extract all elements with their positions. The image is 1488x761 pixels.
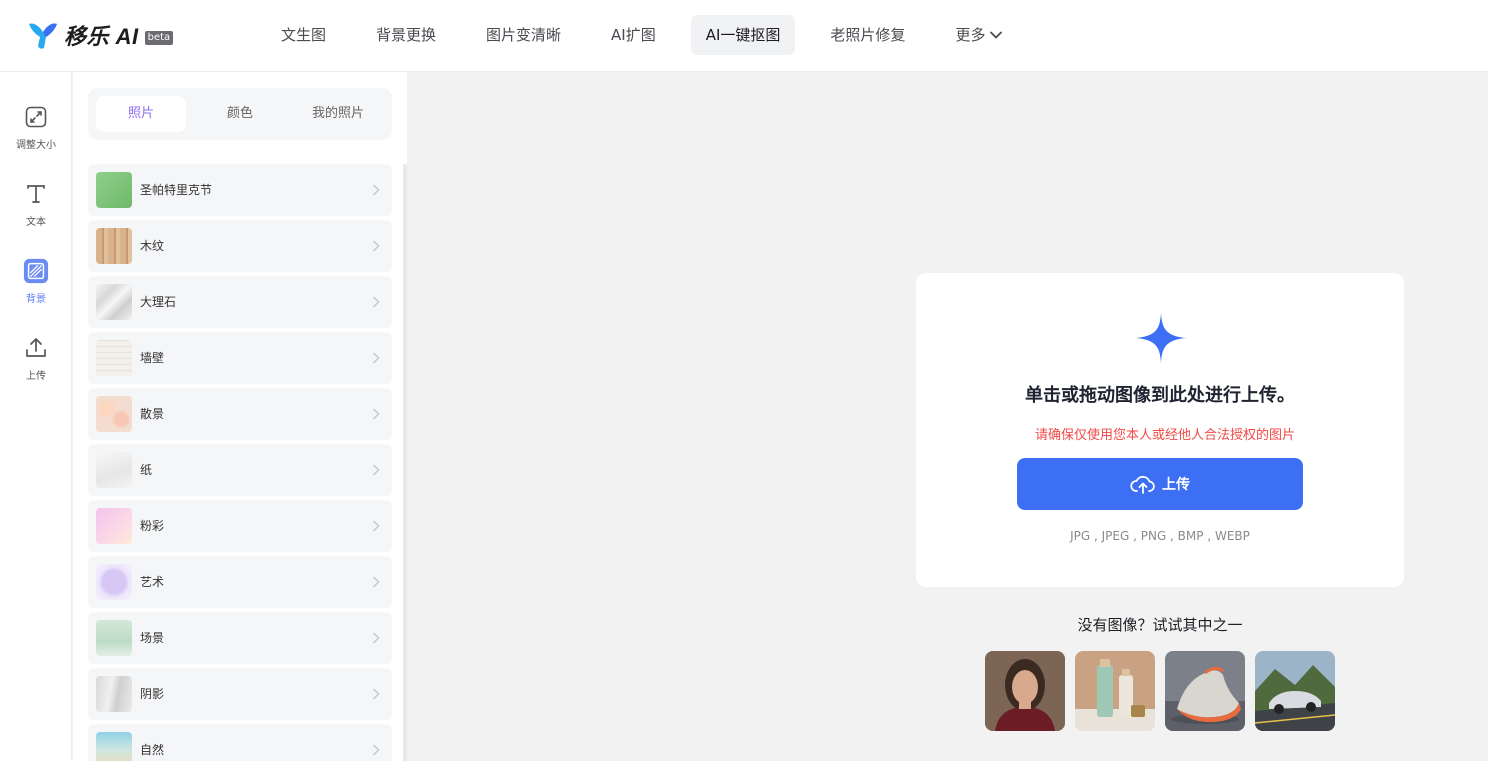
upload-icon bbox=[23, 335, 49, 361]
category-label: 圣帕特里克节 bbox=[140, 183, 213, 197]
sample-portrait[interactable] bbox=[985, 651, 1065, 731]
tab-photos[interactable]: 照片 bbox=[96, 96, 186, 132]
nav-more[interactable]: 更多 bbox=[940, 15, 1018, 55]
category-label: 粉彩 bbox=[140, 519, 165, 533]
main-nav: 文生图 背景更换 图片变清晰 AI扩图 AI一键抠图 老照片修复 更多 bbox=[266, 15, 1038, 55]
category-label: 墙壁 bbox=[140, 351, 165, 365]
nav-label: AI扩图 bbox=[611, 26, 656, 44]
category-marble[interactable]: 大理石 bbox=[88, 276, 392, 328]
background-icon bbox=[23, 258, 49, 284]
chevron-right-icon bbox=[373, 464, 380, 476]
sample-images-title: 没有图像？试试其中之一 bbox=[1077, 616, 1243, 634]
tab-my-photos[interactable]: 我的照片 bbox=[291, 96, 385, 132]
chevron-right-icon bbox=[373, 296, 380, 308]
nav-old-photo-restore[interactable]: 老照片修复 bbox=[815, 15, 920, 55]
category-label: 自然 bbox=[140, 743, 165, 757]
rail-label: 上传 bbox=[26, 371, 46, 382]
chevron-right-icon bbox=[373, 352, 380, 364]
chevron-right-icon bbox=[373, 520, 380, 532]
background-category-list: 圣帕特里克节 木纹 大理石 墙壁 散景 纸 粉彩 艺术 场景 阴影 自然 bbox=[88, 164, 392, 761]
rail-label: 背景 bbox=[26, 294, 46, 305]
background-tabs: 照片 颜色 我的照片 bbox=[88, 88, 392, 140]
nav-label: 背景更换 bbox=[376, 26, 437, 44]
upload-title: 单击或拖动图像到此处进行上传。 bbox=[1025, 385, 1295, 406]
background-panel: 照片 颜色 我的照片 圣帕特里克节 木纹 大理石 墙壁 散景 纸 粉彩 艺术 场… bbox=[73, 72, 407, 761]
category-shadow[interactable]: 阴影 bbox=[88, 668, 392, 720]
nav-label: 更多 bbox=[955, 26, 986, 44]
rail-upload[interactable]: 上传 bbox=[0, 335, 72, 395]
category-thumbnail bbox=[96, 676, 132, 712]
rail-label: 文本 bbox=[26, 217, 46, 228]
upload-warning: 请确保仅使用您本人或经他人合法授权的图片 bbox=[1034, 428, 1295, 443]
category-thumbnail bbox=[96, 564, 132, 600]
nav-image-enhance[interactable]: 图片变清晰 bbox=[471, 15, 576, 55]
top-header: 移乐 AI beta 文生图 背景更换 图片变清晰 AI扩图 AI一键抠图 老照… bbox=[0, 0, 1488, 72]
logo-icon bbox=[29, 23, 57, 49]
tab-colors[interactable]: 颜色 bbox=[195, 96, 285, 132]
nav-ai-cutout[interactable]: AI一键抠图 bbox=[690, 15, 796, 55]
nav-label: 文生图 bbox=[281, 26, 327, 44]
category-thumbnail bbox=[96, 340, 132, 376]
rail-background[interactable]: 背景 bbox=[0, 258, 72, 318]
nav-label: 老照片修复 bbox=[830, 26, 906, 44]
resize-icon bbox=[23, 104, 49, 130]
rail-label: 调整大小 bbox=[16, 140, 56, 151]
cloud-upload-icon bbox=[1130, 475, 1155, 494]
category-thumbnail bbox=[96, 452, 132, 488]
sample-images bbox=[985, 651, 1335, 731]
category-paper[interactable]: 纸 bbox=[88, 444, 392, 496]
category-thumbnail bbox=[96, 508, 132, 544]
sparkle-plus-icon bbox=[1136, 313, 1186, 363]
category-thumbnail bbox=[96, 228, 132, 264]
chevron-down-icon bbox=[990, 31, 1003, 39]
category-scene[interactable]: 场景 bbox=[88, 612, 392, 664]
chevron-right-icon bbox=[373, 408, 380, 420]
category-art[interactable]: 艺术 bbox=[88, 556, 392, 608]
category-st-patricks[interactable]: 圣帕特里克节 bbox=[88, 164, 392, 216]
nav-background-replace[interactable]: 背景更换 bbox=[361, 15, 451, 55]
category-nature[interactable]: 自然 bbox=[88, 724, 392, 761]
nav-ai-expand[interactable]: AI扩图 bbox=[596, 15, 671, 55]
category-label: 艺术 bbox=[140, 575, 165, 589]
category-label: 大理石 bbox=[140, 295, 177, 309]
upload-dropzone[interactable]: 单击或拖动图像到此处进行上传。 请确保仅使用您本人或经他人合法授权的图片 上传 … bbox=[916, 273, 1404, 587]
app-logo[interactable]: 移乐 AI beta bbox=[26, 18, 174, 52]
text-icon bbox=[23, 181, 49, 207]
category-label: 阴影 bbox=[140, 687, 165, 701]
category-thumbnail bbox=[96, 172, 132, 208]
sample-sneaker[interactable] bbox=[1165, 651, 1245, 731]
category-pastel[interactable]: 粉彩 bbox=[88, 500, 392, 552]
category-label: 散景 bbox=[140, 407, 165, 421]
chevron-right-icon bbox=[373, 632, 380, 644]
nav-text-to-image[interactable]: 文生图 bbox=[266, 15, 341, 55]
category-thumbnail bbox=[96, 396, 132, 432]
category-wood[interactable]: 木纹 bbox=[88, 220, 392, 272]
category-thumbnail bbox=[96, 284, 132, 320]
nav-label: 图片变清晰 bbox=[486, 26, 562, 44]
chevron-right-icon bbox=[373, 688, 380, 700]
rail-resize[interactable]: 调整大小 bbox=[0, 104, 72, 164]
rail-text[interactable]: 文本 bbox=[0, 181, 72, 241]
category-thumbnail bbox=[96, 620, 132, 656]
chevron-right-icon bbox=[373, 744, 380, 756]
category-label: 木纹 bbox=[140, 239, 165, 253]
panel-scrollbar[interactable] bbox=[403, 164, 407, 761]
category-label: 场景 bbox=[140, 631, 165, 645]
sample-cosmetics[interactable] bbox=[1075, 651, 1155, 731]
category-bokeh[interactable]: 散景 bbox=[88, 388, 392, 440]
category-thumbnail bbox=[96, 732, 132, 761]
chevron-right-icon bbox=[373, 576, 380, 588]
chevron-right-icon bbox=[373, 184, 380, 196]
tool-rail: 调整大小 文本 背景 上传 bbox=[0, 72, 72, 761]
nav-label: AI一键抠图 bbox=[705, 26, 781, 44]
sample-car[interactable] bbox=[1255, 651, 1335, 731]
chevron-right-icon bbox=[373, 240, 380, 252]
supported-formats: JPG , JPEG , PNG , BMP , WEBP bbox=[1070, 529, 1250, 543]
upload-button[interactable]: 上传 bbox=[1017, 458, 1303, 510]
upload-button-label: 上传 bbox=[1162, 477, 1190, 493]
beta-badge: beta bbox=[144, 31, 174, 45]
category-label: 纸 bbox=[140, 463, 153, 477]
category-wall[interactable]: 墙壁 bbox=[88, 332, 392, 384]
logo-text: 移乐 AI bbox=[64, 24, 139, 49]
